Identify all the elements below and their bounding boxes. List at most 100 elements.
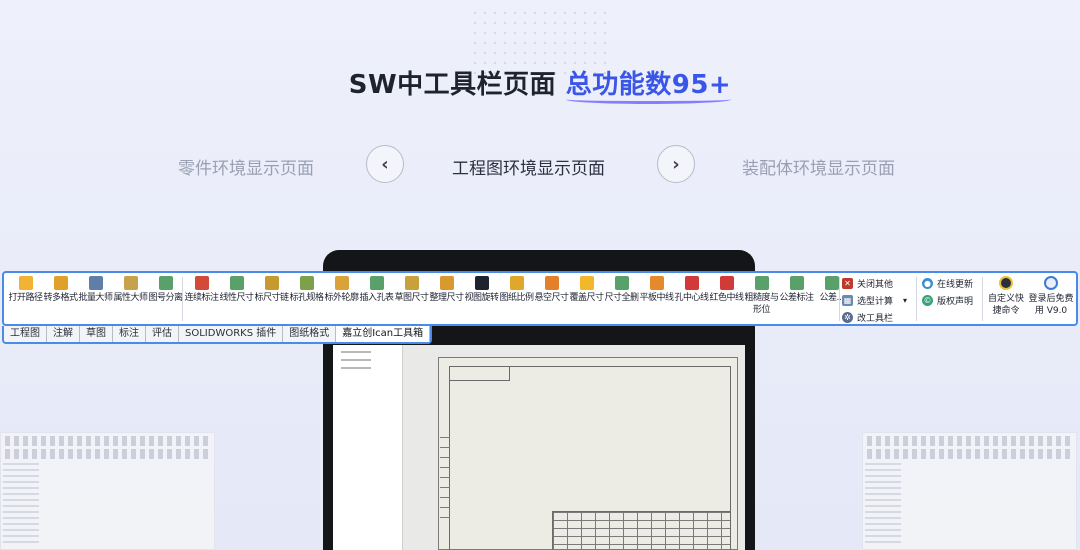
toolbar-button-label: 转多格式 [43, 293, 79, 303]
gear-icon: ✲ [842, 312, 853, 323]
online-update-button[interactable]: ● 在线更新 [922, 276, 973, 291]
nav-current-label: 工程图环境显示页面 [452, 159, 605, 179]
hole-table-button[interactable]: 插入孔表 [359, 273, 394, 324]
toolbar-button-label: 插入孔表 [359, 293, 395, 303]
ribbon-tab[interactable]: 评估 [146, 326, 179, 342]
tidy-dim-button[interactable]: 整理尺寸 [429, 273, 464, 324]
warning-icon [579, 276, 594, 290]
ribbon-tab[interactable]: 工程图 [4, 326, 47, 342]
rotate-view-icon [474, 276, 489, 290]
toolbar-button-label: 覆盖尺寸 [569, 293, 605, 303]
toolbar-button-label: 尺寸全删 [604, 293, 640, 303]
convert-button[interactable]: 转多格式 [43, 273, 78, 324]
nav-prev-label[interactable]: 零件环境显示页面 [178, 154, 314, 179]
hole-spec-button[interactable]: 标孔规格 [289, 273, 324, 324]
ribbon-tab-bar: 工程图 注解 草图 标注 评估 SOLIDWORKS 插件 图纸格式 嘉立创Ican工具箱 [2, 326, 433, 344]
ican-toolbar: 打开路径 转多格式 批量大师 属性大师 图号分离 连续标注 线性尺寸 标尺寸链 标孔规格 标外轮… [2, 271, 1078, 326]
feature-tree [333, 345, 403, 550]
toolbar-button-label: 标外轮廓 [324, 293, 360, 303]
center-line-button[interactable]: 平板中线 [639, 273, 674, 324]
sketch-dim-icon [404, 276, 419, 290]
ribbon-tab[interactable]: 图纸格式 [283, 326, 337, 342]
linear-dim-button[interactable]: 线性尺寸 [219, 273, 254, 324]
ribbon-tab[interactable]: 草图 [80, 326, 113, 342]
red-center-button[interactable]: 红色中线 [709, 273, 744, 324]
chevron-right-icon: › [672, 153, 680, 175]
ribbon-tab[interactable]: 注解 [47, 326, 80, 342]
toolbar-button-label: 批量大师 [78, 293, 114, 303]
warning-button[interactable]: 覆盖尺寸 [569, 273, 604, 324]
toolbar-button-label: 悬空尺寸 [534, 293, 570, 303]
drawing-screen [333, 345, 745, 550]
logo-icon [1044, 276, 1058, 290]
hole-spec-icon [299, 276, 314, 290]
dim-chain-button[interactable]: 标尺寸链 [254, 273, 289, 324]
outline-button[interactable]: 标外轮廓 [324, 273, 359, 324]
selection-calc-button[interactable]: ▦ 选型计算 ▾ [842, 293, 907, 308]
edit-toolbar-button[interactable]: ✲ 改工具栏 [842, 310, 893, 325]
tidy-dim-icon [439, 276, 454, 290]
close-others-icon: ✕ [842, 278, 853, 289]
preview-part-environment [0, 432, 215, 550]
drawing-sheet [438, 357, 738, 550]
title-highlight: 总功能数95+ [565, 70, 732, 100]
roughness-button[interactable]: 粗糙度与形位 [744, 273, 779, 324]
table-icon [123, 276, 138, 290]
title-main: SW中工具栏页面 [348, 70, 557, 100]
split-icon [158, 276, 173, 290]
toolbar-group-dimension: 连续标注 线性尺寸 标尺寸链 标孔规格 标外轮廓 插入孔表 草图尺寸 整理尺寸 视图旋转 图纸比例… [184, 273, 849, 324]
copyright-button[interactable]: © 版权声明 [922, 293, 973, 308]
linear-dim-icon [229, 276, 244, 290]
drawing-border [440, 366, 731, 550]
copyright-icon: © [922, 295, 933, 306]
dimension-chain-button[interactable]: 连续标注 [184, 273, 219, 324]
folder-button[interactable]: 打开路径 [8, 273, 43, 324]
preview-assembly-environment [862, 432, 1077, 550]
tolerance-button[interactable]: 公差标注 [779, 273, 814, 324]
hole-center-icon [684, 276, 699, 290]
tolerance-icon [789, 276, 804, 290]
batch-button[interactable]: 批量大师 [78, 273, 113, 324]
toolbar-button-label: 草图尺寸 [394, 293, 430, 303]
scale-icon [509, 276, 524, 290]
page-carousel-nav: 零件环境显示页面 ‹ 工程图环境显示页面 › 装配体环境显示页面 [0, 145, 1080, 185]
ribbon-tab[interactable]: 标注 [113, 326, 146, 342]
page-title: SW中工具栏页面 总功能数95+ [0, 64, 1080, 101]
toolbar-button-label: 线性尺寸 [219, 293, 255, 303]
toolbar-button-label: 标孔规格 [289, 293, 325, 303]
dangling-dim-icon [544, 276, 559, 290]
hole-table-icon [369, 276, 384, 290]
prev-arrow-button[interactable]: ‹ [366, 145, 404, 183]
toolbar-group-file: 打开路径 转多格式 批量大师 属性大师 图号分离 [8, 273, 183, 324]
ribbon-tab[interactable]: 嘉立创Ican工具箱 [336, 326, 431, 342]
close-others-button[interactable]: ✕ 关闭其他 [842, 276, 893, 291]
sketch-dim-button[interactable]: 草图尺寸 [394, 273, 429, 324]
toolbar-button-label: 孔中心线 [674, 293, 710, 303]
delete-dim-icon [614, 276, 629, 290]
toolbar-button-label: 连续标注 [184, 293, 220, 303]
dangling-dim-button[interactable]: 悬空尺寸 [534, 273, 569, 324]
scale-button[interactable]: 图纸比例 [499, 273, 534, 324]
nav-next-label[interactable]: 装配体环境显示页面 [742, 154, 895, 179]
ribbon-tab[interactable]: SOLIDWORKS 插件 [179, 326, 284, 342]
chevron-down-icon[interactable]: ▾ [903, 296, 907, 305]
split-button[interactable]: 图号分离 [148, 273, 183, 324]
star-icon [999, 276, 1013, 290]
toolbar-button-label: 整理尺寸 [429, 293, 465, 303]
hole-center-button[interactable]: 孔中心线 [674, 273, 709, 324]
login-free-button[interactable]: 登录后免费用 V9.0 [1028, 276, 1074, 324]
toolbar-button-label: 红色中线 [709, 293, 745, 303]
toolbar-button-label: 粗糙度与形位 [744, 293, 780, 315]
next-arrow-button[interactable]: › [657, 145, 695, 183]
tolerance-more-icon [824, 276, 839, 290]
dimension-chain-icon [194, 276, 209, 290]
custom-shortcut-button[interactable]: 自定义快捷命令 [985, 276, 1027, 324]
update-icon: ● [922, 278, 933, 289]
toolbar-button-label: 视图旋转 [464, 293, 500, 303]
toolbar-button-label: 图纸比例 [499, 293, 535, 303]
toolbar-button-label: 打开路径 [8, 293, 44, 303]
delete-dim-button[interactable]: 尺寸全删 [604, 273, 639, 324]
red-center-icon [719, 276, 734, 290]
table-button[interactable]: 属性大师 [113, 273, 148, 324]
rotate-view-button[interactable]: 视图旋转 [464, 273, 499, 324]
